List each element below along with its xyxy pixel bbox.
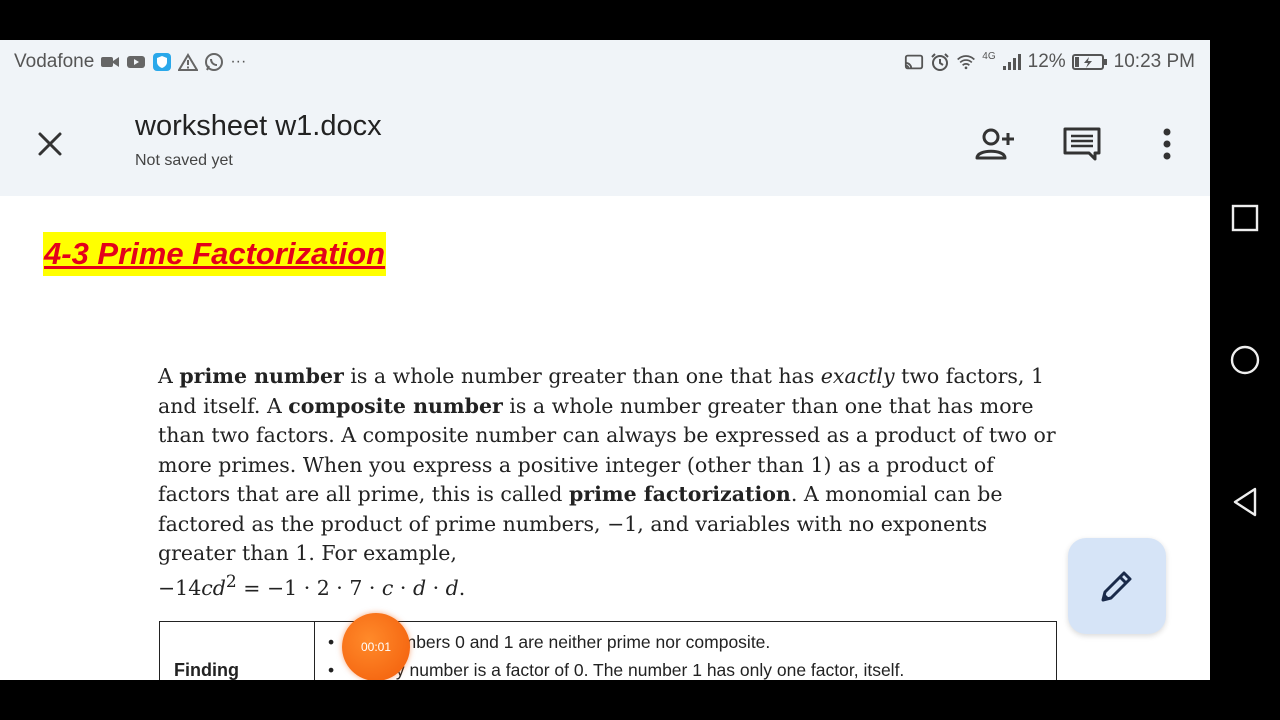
pencil-icon: [1101, 571, 1132, 602]
text-run: is a whole number greater than one that …: [343, 364, 821, 388]
more-vert-icon: [1163, 128, 1171, 160]
back-triangle-icon: [1233, 487, 1257, 517]
wifi-icon: [956, 52, 976, 72]
eq-variable: d: [412, 576, 427, 601]
add-person-icon: [975, 128, 1014, 160]
share-button[interactable]: [974, 122, 1018, 166]
youtube-icon: [126, 52, 146, 72]
circle-icon: [1230, 345, 1260, 375]
close-button[interactable]: [30, 124, 70, 164]
document-body[interactable]: 4-3 Prime Factorization A prime number i…: [0, 196, 1210, 680]
definition-paragraph: A prime number is a whole number greater…: [158, 362, 1058, 604]
table-row: • Every number is a factor of 0. The num…: [328, 660, 904, 680]
battery-percent: 12%: [1027, 51, 1066, 72]
back-button[interactable]: [1225, 482, 1265, 522]
signal-icon: [1002, 52, 1022, 72]
table-label: Finding: [174, 660, 239, 680]
comment-icon: [1063, 127, 1101, 161]
status-left: Vodafone ···: [14, 51, 246, 73]
eq-part: .: [458, 576, 466, 601]
bullet: •: [328, 632, 335, 652]
eq-part: ·: [426, 576, 446, 601]
alarm-icon: [930, 52, 950, 72]
network-type: 4G: [982, 51, 996, 62]
warning-icon: [178, 52, 199, 72]
save-status: Not saved yet: [135, 152, 233, 169]
eq-exponent: 2: [225, 572, 237, 593]
comments-button[interactable]: [1060, 122, 1104, 166]
example-equation: −14cd2 = −1 · 2 · 7 · c · d · d.: [158, 572, 466, 601]
eq-part: −14: [158, 576, 202, 601]
notes-table: Finding • umbers 0 and 1 are neither pri…: [159, 621, 1057, 680]
eq-variable: d: [445, 576, 459, 601]
close-icon: [38, 132, 62, 156]
document-title: worksheet w1.docx: [135, 110, 382, 142]
eq-variable: c: [381, 576, 394, 601]
eq-part: ·: [393, 576, 413, 601]
row-text: Every number is a factor of 0. The numbe…: [359, 660, 905, 680]
shield-app-icon: [152, 52, 172, 72]
recording-timer-badge[interactable]: 00:01: [342, 613, 410, 680]
square-icon: [1231, 204, 1259, 232]
video-camera-icon: [100, 52, 120, 72]
whatsapp-icon: [204, 52, 224, 72]
home-button[interactable]: [1225, 340, 1265, 380]
edit-fab-button[interactable]: [1068, 538, 1166, 634]
more-notifications-icon: ···: [230, 53, 247, 70]
eq-variable: cd: [201, 576, 226, 601]
carrier-name: Vodafone: [14, 51, 95, 72]
eq-part: = −1 · 2 · 7 ·: [236, 576, 382, 601]
row-text: umbers 0 and 1 are neither prime nor com…: [391, 632, 771, 652]
term-prime-number: prime number: [179, 364, 344, 388]
bullet: •: [328, 660, 335, 680]
emphasis-exactly: exactly: [820, 364, 895, 388]
term-prime-factorization: prime factorization: [568, 482, 791, 506]
table-label-cell: Finding: [160, 622, 315, 680]
clock-time: 10:23 PM: [1113, 51, 1195, 72]
status-bar: Vodafone ··· 4G 12% 10:23 PM: [0, 40, 1210, 84]
term-composite-number: composite number: [288, 393, 503, 418]
cast-icon: [904, 52, 924, 72]
document-heading: 4-3 Prime Factorization: [43, 232, 387, 276]
app-bar: worksheet w1.docx Not saved yet: [0, 84, 1210, 196]
recents-button[interactable]: [1225, 198, 1265, 238]
battery-charging-icon: [1071, 52, 1108, 72]
navigation-bar: [1210, 40, 1280, 680]
more-options-button[interactable]: [1145, 122, 1189, 166]
phone-screen: Vodafone ··· 4G 12% 10:23 PM worksheet w…: [0, 40, 1210, 680]
status-right: 4G 12% 10:23 PM: [904, 51, 1195, 73]
text-run: A: [158, 364, 180, 388]
